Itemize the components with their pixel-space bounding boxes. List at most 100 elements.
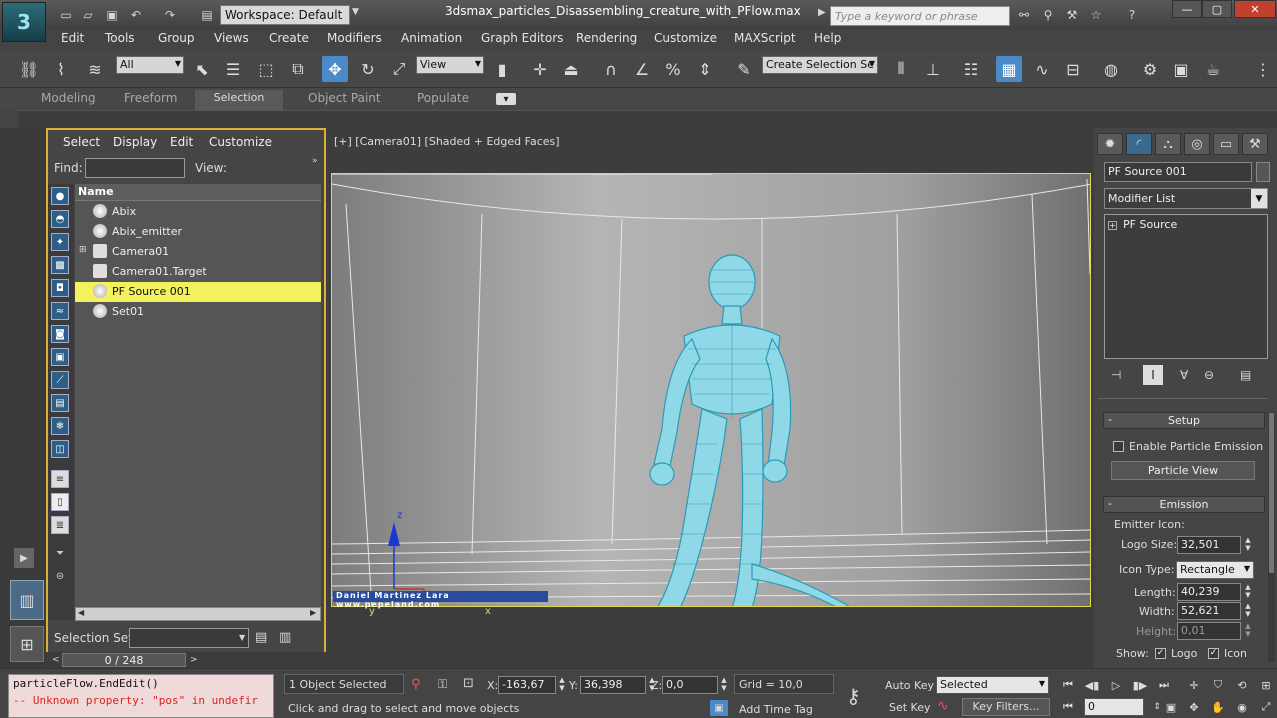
- keyboard-shortcut-override-icon[interactable]: ⏏: [558, 56, 584, 82]
- named-selection-dropdown[interactable]: Create Selection Se: [762, 56, 878, 74]
- go-to-end-icon[interactable]: ⏭: [1153, 676, 1175, 694]
- toolbar-overflow-icon[interactable]: ⋮: [1250, 56, 1276, 82]
- maximize-viewport-icon[interactable]: ⤢: [1255, 698, 1277, 716]
- display-frozen-icon[interactable]: ❄: [51, 417, 69, 435]
- selection-set-dropdown[interactable]: [129, 628, 249, 648]
- help-icon[interactable]: ?: [1124, 7, 1140, 23]
- percent-snap-icon[interactable]: %: [660, 56, 686, 82]
- list-item-abix[interactable]: Abix: [75, 202, 321, 222]
- key-search-icon[interactable]: ⚲: [1040, 7, 1056, 23]
- favorites-star-icon[interactable]: ☆: [1088, 7, 1104, 23]
- tab-freeform[interactable]: Freeform: [124, 91, 177, 105]
- enable-emission-checkbox[interactable]: [1113, 441, 1124, 452]
- show-logo-checkbox[interactable]: ✓: [1155, 648, 1166, 659]
- select-object-icon[interactable]: ⬉: [189, 56, 215, 82]
- display-shapes-icon[interactable]: ◓: [51, 210, 69, 228]
- isolate-selection-icon[interactable]: ⚲: [411, 677, 421, 692]
- open-file-icon[interactable]: ▱: [80, 7, 96, 23]
- zoom-viewport-icon[interactable]: ✛: [1183, 676, 1205, 694]
- menu-tools[interactable]: Tools: [105, 31, 135, 45]
- search-expand-icon[interactable]: ▶: [818, 7, 826, 18]
- ribbon-options-icon[interactable]: ▾: [496, 93, 516, 105]
- menu-views[interactable]: Views: [214, 31, 249, 45]
- mirror-icon[interactable]: ⫴: [888, 56, 914, 82]
- zoom-all-icon[interactable]: ⛉: [1207, 676, 1229, 694]
- subscription-icon[interactable]: ⚒: [1064, 7, 1080, 23]
- menu-rendering[interactable]: Rendering: [576, 31, 637, 45]
- pin-stack-icon[interactable]: ⊣: [1111, 368, 1121, 382]
- menu-animation[interactable]: Animation: [401, 31, 462, 45]
- play-icon[interactable]: ▷: [1105, 676, 1127, 694]
- display-bones-icon[interactable]: ⟋: [51, 371, 69, 389]
- menu-edit[interactable]: Edit: [61, 31, 84, 45]
- explorer-menu-customize[interactable]: Customize: [209, 135, 272, 149]
- explorer-expand-icon[interactable]: »: [312, 156, 318, 166]
- list-item-abix-emitter[interactable]: Abix_emitter: [75, 222, 321, 242]
- logo-size-spinner-arrows[interactable]: ▲ ▼: [1243, 536, 1253, 554]
- tab-selection[interactable]: Selection: [195, 90, 283, 110]
- maxscript-listener[interactable]: particleFlow.EndEdit() -- Unknown proper…: [8, 674, 274, 718]
- menu-modifiers[interactable]: Modifiers: [327, 31, 382, 45]
- z-spinner-arrows[interactable]: ▲ ▼: [719, 676, 729, 694]
- scene-explorer-icon[interactable]: ▦: [996, 56, 1022, 82]
- select-and-rotate-icon[interactable]: ↻: [355, 56, 381, 82]
- display-helpers-icon[interactable]: ◘: [51, 279, 69, 297]
- orbit-icon[interactable]: ⟲: [1231, 676, 1253, 694]
- time-configuration-icon[interactable]: ▣: [1160, 698, 1182, 716]
- scroll-left-icon[interactable]: ◀: [78, 608, 84, 617]
- adaptive-degradation-icon[interactable]: ▣: [710, 700, 728, 716]
- explorer-menu-select[interactable]: Select: [63, 135, 100, 149]
- viewport-layout-icon[interactable]: ⊞: [10, 626, 44, 662]
- show-icon-checkbox[interactable]: ✓: [1208, 648, 1219, 659]
- command-panel-scrollbar[interactable]: [1268, 412, 1275, 662]
- list-item-camera01[interactable]: ⊞ Camera01: [75, 242, 321, 262]
- list-item-pf-source-001[interactable]: PF Source 001: [75, 282, 321, 302]
- key-curve-icon[interactable]: ∿: [937, 698, 949, 714]
- select-manipulate-icon[interactable]: ✛: [527, 56, 553, 82]
- align-icon[interactable]: ⊥: [920, 56, 946, 82]
- width-spinner[interactable]: 52,621: [1177, 602, 1241, 620]
- emission-rollout-header[interactable]: - Emission: [1103, 496, 1265, 513]
- length-spinner[interactable]: 40,239: [1177, 583, 1241, 601]
- workspace-arrow-icon[interactable]: ▼: [352, 7, 359, 17]
- remove-modifier-icon[interactable]: ⊖: [1204, 368, 1214, 382]
- project-folder-icon[interactable]: ▤: [199, 7, 215, 23]
- menu-graph-editors[interactable]: Graph Editors: [481, 31, 563, 45]
- select-and-move-icon[interactable]: ✥: [322, 56, 348, 82]
- filter-icon[interactable]: ⏷: [51, 544, 69, 562]
- binoculars-icon[interactable]: ⚯: [1016, 7, 1032, 23]
- make-unique-icon[interactable]: ∀: [1180, 368, 1188, 382]
- utilities-tab-icon[interactable]: ⚒: [1242, 133, 1268, 155]
- x-coordinate-field[interactable]: -163,67: [498, 676, 556, 694]
- width-spinner-arrows[interactable]: ▲ ▼: [1243, 602, 1253, 620]
- reference-coordinate-dropdown[interactable]: View: [416, 56, 484, 74]
- schematic-view-icon[interactable]: ⊟: [1060, 56, 1086, 82]
- edit-named-selection-icon[interactable]: ✎: [731, 56, 757, 82]
- particle-view-button[interactable]: Particle View: [1111, 461, 1255, 480]
- previous-frame-icon[interactable]: ◀▮: [1081, 676, 1103, 694]
- explorer-menu-display[interactable]: Display: [113, 135, 157, 149]
- layer-manager-icon[interactable]: ☷: [958, 56, 984, 82]
- logo-size-spinner[interactable]: 32,501: [1177, 536, 1241, 554]
- explorer-menu-edit[interactable]: Edit: [170, 135, 193, 149]
- save-icon[interactable]: ▣: [104, 7, 120, 23]
- set-key-icon[interactable]: ⚷: [846, 684, 861, 708]
- absolute-mode-icon[interactable]: ⊡: [463, 676, 474, 691]
- select-and-link-icon[interactable]: ⛓: [16, 56, 42, 82]
- minimize-button[interactable]: —: [1172, 0, 1202, 18]
- length-spinner-arrows[interactable]: ▲ ▼: [1243, 583, 1253, 601]
- modifier-list-arrow-icon[interactable]: ▼: [1251, 189, 1267, 208]
- object-name-field[interactable]: PF Source 001: [1104, 162, 1252, 182]
- select-by-name-icon[interactable]: ☰: [220, 56, 246, 82]
- expand-plus-icon[interactable]: ⊞: [79, 245, 87, 255]
- next-frame-icon[interactable]: >: [190, 655, 198, 665]
- display-all-icon[interactable]: ≡: [51, 470, 69, 488]
- menu-group[interactable]: Group: [158, 31, 195, 45]
- display-lights-icon[interactable]: ✦: [51, 233, 69, 251]
- angle-snap-icon[interactable]: ∠: [629, 56, 655, 82]
- pan-view-icon[interactable]: ✋: [1207, 698, 1229, 716]
- maximize-button[interactable]: ▢: [1202, 0, 1232, 18]
- horizontal-scrollbar[interactable]: [75, 607, 321, 621]
- icon-type-dropdown[interactable]: Rectangle ▼: [1176, 561, 1254, 579]
- display-geometry-icon[interactable]: ●: [51, 187, 69, 205]
